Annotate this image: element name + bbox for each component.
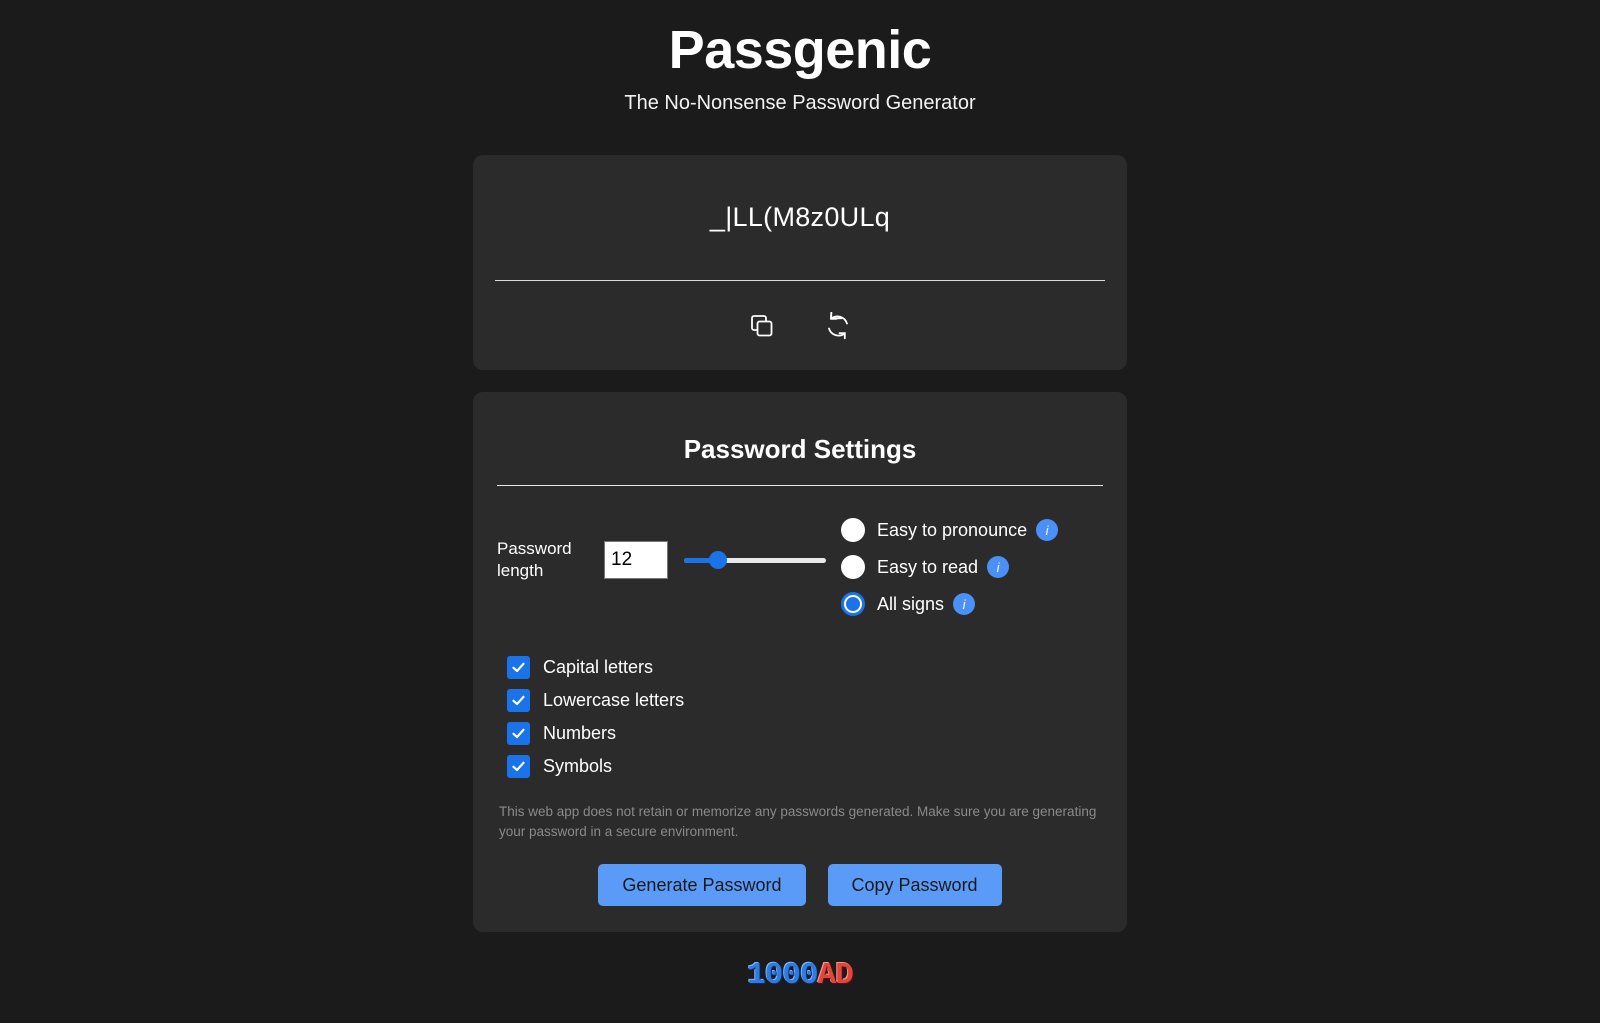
radio-label: Easy to read — [877, 556, 979, 577]
checkbox-label: Lowercase letters — [543, 690, 685, 710]
info-icon[interactable]: i — [987, 556, 1010, 578]
radio-label: All signs — [877, 593, 945, 614]
radio-indicator[interactable] — [841, 555, 865, 579]
app-root: Passgenic The No-Nonsense Password Gener… — [0, 0, 1600, 1023]
radio-indicator-selected[interactable] — [841, 592, 865, 616]
refresh-icon — [824, 311, 852, 340]
password-length-input[interactable] — [604, 541, 668, 579]
radio-option-easy-to-pronounce[interactable]: Easy to pronounce i — [841, 518, 1059, 542]
generate-password-button[interactable]: Generate Password — [598, 864, 806, 906]
checkbox-indicator-checked[interactable] — [507, 656, 530, 679]
slider-thumb[interactable] — [709, 551, 728, 569]
checkbox-indicator-checked[interactable] — [507, 755, 530, 778]
password-card: _|LL(M8z0ULq — [473, 155, 1127, 370]
settings-top-row: Password length Easy to pronounce i Eas — [497, 516, 1103, 616]
page-subtitle: The No-Nonsense Password Generator — [624, 92, 976, 114]
settings-title: Password Settings — [683, 434, 917, 464]
regenerate-password-icon-button[interactable] — [821, 309, 855, 343]
copy-icon — [749, 313, 775, 339]
checkbox-label: Capital letters — [543, 657, 654, 677]
password-actions — [495, 281, 1105, 370]
radio-label: Easy to pronounce — [877, 519, 1028, 540]
logo-text-red: AD — [817, 958, 854, 993]
checkbox-capital-letters[interactable]: Capital letters — [507, 656, 1103, 679]
copy-password-button[interactable]: Copy Password — [827, 864, 1002, 906]
footer: 1000 AD — [0, 960, 1600, 991]
site-logo[interactable]: 1000 AD — [747, 958, 854, 993]
generated-password[interactable]: _|LL(M8z0ULq — [710, 202, 890, 233]
password-settings-card: Password Settings Password length Easy t… — [473, 392, 1127, 932]
settings-divider — [497, 485, 1103, 486]
password-display: _|LL(M8z0ULq — [495, 155, 1105, 280]
copy-password-icon-button[interactable] — [745, 309, 779, 343]
info-icon[interactable]: i — [953, 593, 976, 615]
checkbox-label: Symbols — [543, 756, 613, 776]
radio-option-all-signs[interactable]: All signs i — [841, 592, 1058, 616]
checkbox-symbols[interactable]: Symbols — [507, 755, 1103, 778]
page-title: Passgenic — [668, 20, 932, 80]
password-length-group: Password length — [497, 516, 841, 582]
checkbox-lowercase-letters[interactable]: Lowercase letters — [507, 689, 1103, 712]
security-disclaimer: This web app does not retain or memorize… — [499, 804, 1097, 839]
checkbox-numbers[interactable]: Numbers — [507, 722, 1103, 745]
checkbox-indicator-checked[interactable] — [507, 689, 530, 712]
radio-option-easy-to-read[interactable]: Easy to read i — [841, 555, 1058, 579]
password-length-slider[interactable] — [684, 550, 826, 570]
checkbox-indicator-checked[interactable] — [507, 722, 530, 745]
action-button-row: Generate Password Copy Password — [497, 864, 1103, 906]
password-length-label: Password length — [497, 539, 572, 580]
character-sets-checkbox-group: Capital letters Lowercase letters Number… — [497, 656, 1103, 778]
radio-indicator[interactable] — [841, 518, 865, 542]
info-icon[interactable]: i — [1036, 519, 1059, 541]
logo-text-blue: 1000 — [747, 958, 818, 993]
character-mode-radio-group: Easy to pronounce i Easy to read i All s… — [841, 516, 1059, 616]
checkbox-label: Numbers — [543, 723, 617, 743]
